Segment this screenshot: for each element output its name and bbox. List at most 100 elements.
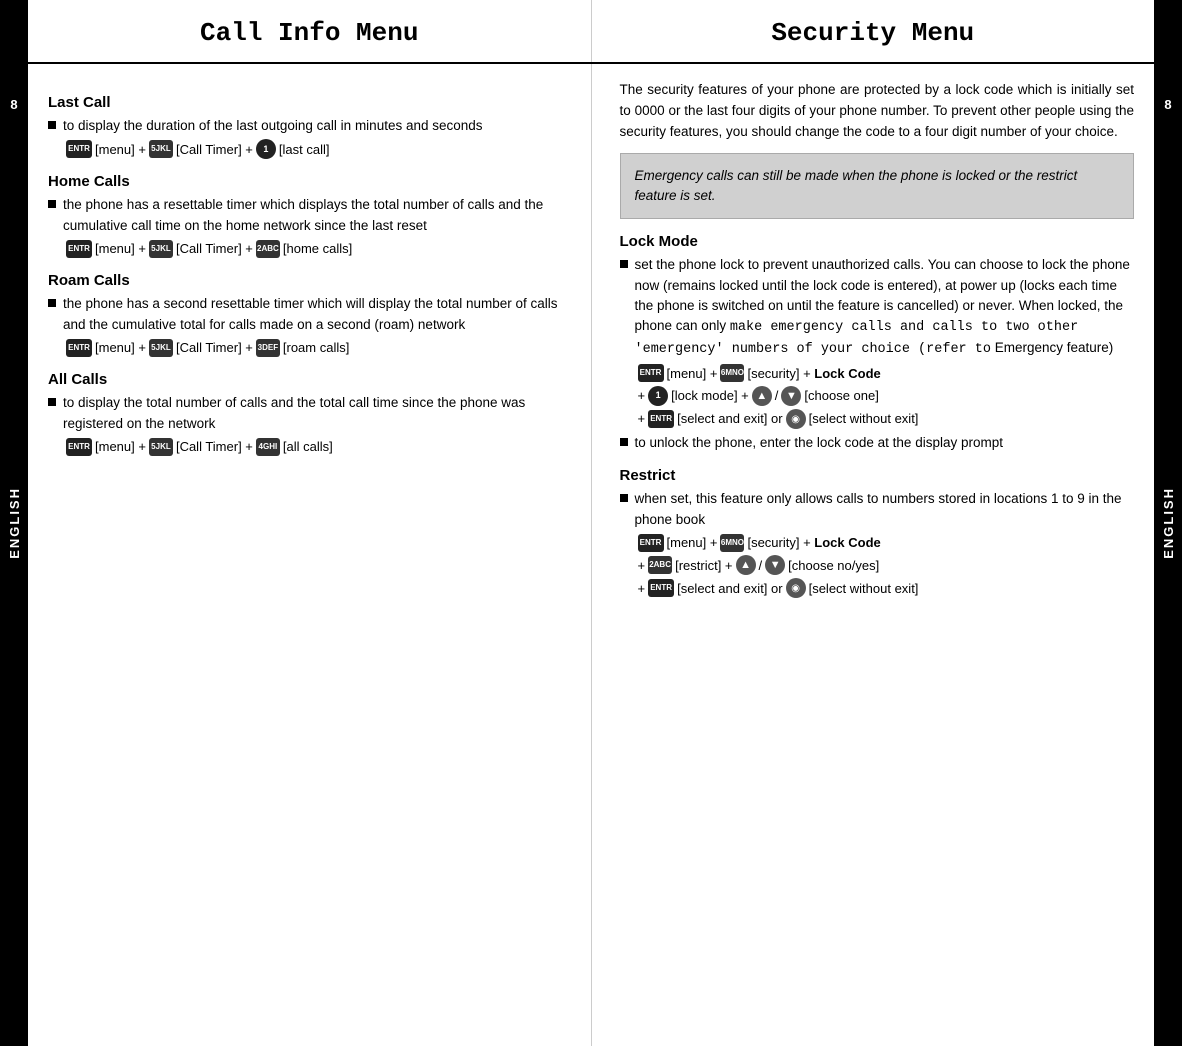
section-last-call-heading: Last Call xyxy=(48,94,563,111)
cmd-text: + xyxy=(638,409,646,429)
num5-icon: 5JKL xyxy=(149,140,173,158)
num1-icon-2: 1 xyxy=(648,386,668,406)
cmd-text: + xyxy=(638,386,646,406)
emergency-note-box: Emergency calls can still be made when t… xyxy=(620,153,1135,220)
section-home-calls-heading: Home Calls xyxy=(48,173,563,190)
cmd-text: [security] + Lock Code xyxy=(747,364,880,384)
enter-icon-2: ENTR xyxy=(648,410,674,428)
num3-icon: 3DEF xyxy=(256,339,280,357)
cmd-text: [roam calls] xyxy=(283,338,349,358)
cmd-text: [last call] xyxy=(279,140,330,160)
cmd-line-restrict-1: ENTR [menu] + 6MNO [security] + Lock Cod… xyxy=(638,533,1135,553)
enter-icon: ENTR xyxy=(66,140,92,158)
restrict-heading: Restrict xyxy=(620,467,1135,484)
cmd-line-lock-3: + ENTR [select and exit] or ◉ [select wi… xyxy=(638,409,1135,429)
num6-icon-r: 6MNO xyxy=(720,534,744,552)
right-side-tab: ENGLISH xyxy=(1154,0,1182,1046)
cmd-text: [home calls] xyxy=(283,239,352,259)
cmd-text: [Call Timer] + xyxy=(176,338,253,358)
cmd-text: [menu] + xyxy=(95,140,146,160)
cmd-text: [menu] + xyxy=(95,338,146,358)
num5-icon: 5JKL xyxy=(149,438,173,456)
intro-paragraph: The security features of your phone are … xyxy=(620,80,1135,143)
cmd-text: [choose no/yes] xyxy=(788,556,879,576)
bullet-square xyxy=(48,398,56,406)
bullet-text: the phone has a resettable timer which d… xyxy=(63,195,563,236)
bullet-text: set the phone lock to prevent unauthoriz… xyxy=(635,255,1135,360)
bullet-text: when set, this feature only allows calls… xyxy=(635,489,1135,530)
cmd-text: [menu] + xyxy=(667,533,718,553)
right-column: 8 8.10 The security features of your pho… xyxy=(592,64,1155,1046)
num6-icon: 6MNO xyxy=(720,364,744,382)
up-icon-r: ▲ xyxy=(736,555,756,575)
enter-icon: ENTR xyxy=(66,438,92,456)
cmd-text: [Call Timer] + xyxy=(176,239,253,259)
cmd-text: [select and exit] or xyxy=(677,409,783,429)
cmd-line: ENTR [menu] + 5JKL [Call Timer] + 4GHI [… xyxy=(66,437,563,457)
restrict-section: Restrict when set, this feature only all… xyxy=(620,467,1135,598)
list-item: set the phone lock to prevent unauthoriz… xyxy=(620,255,1135,360)
lock-mode-heading: Lock Mode xyxy=(620,233,1135,250)
bullet-square xyxy=(620,260,628,268)
list-item-restrict: when set, this feature only allows calls… xyxy=(620,489,1135,530)
list-item: the phone has a second resettable timer … xyxy=(48,294,563,335)
cmd-text: + xyxy=(638,579,646,599)
titles-row: Call Info Menu Security Menu xyxy=(28,0,1154,64)
cmd-text: [security] + Lock Code xyxy=(747,533,880,553)
enter-icon: ENTR xyxy=(66,240,92,258)
enter-icon: ENTR xyxy=(66,339,92,357)
page-num-right: 8 xyxy=(1154,90,1182,118)
num4-icon: 4GHI xyxy=(256,438,280,456)
bullet-text: to display the duration of the last outg… xyxy=(63,116,563,136)
list-item: to display the duration of the last outg… xyxy=(48,116,563,136)
list-item-unlock: to unlock the phone, enter the lock code… xyxy=(620,433,1135,453)
enter-icon-r: ENTR xyxy=(638,534,664,552)
bullet-square xyxy=(48,200,56,208)
cmd-text: [menu] + xyxy=(667,364,718,384)
section-all-calls: All Calls to display the total number of… xyxy=(48,371,563,456)
num5-icon: 5JKL xyxy=(149,240,173,258)
right-tab-label: ENGLISH xyxy=(1161,487,1176,559)
cmd-text: [all calls] xyxy=(283,437,333,457)
enter-icon: ENTR xyxy=(638,364,664,382)
cmd-line: ENTR [menu] + 5JKL [Call Timer] + 3DEF [… xyxy=(66,338,563,358)
columns: 8 8.9 Last Call to display the duration … xyxy=(28,64,1154,1046)
cmd-line: ENTR [menu] + 5JKL [Call Timer] + 2ABC [… xyxy=(66,239,563,259)
select-icon: ◉ xyxy=(786,409,806,429)
cmd-text: [restrict] + xyxy=(675,556,732,576)
bullet-square xyxy=(48,121,56,129)
num2-icon-r: 2ABC xyxy=(648,556,672,574)
cmd-text: [select and exit] or xyxy=(677,579,783,599)
cmd-text: [Call Timer] + xyxy=(176,437,253,457)
inner-content: Call Info Menu Security Menu 8 8.9 Last … xyxy=(28,0,1154,1046)
cmd-text: [choose one] xyxy=(804,386,878,406)
list-item: to display the total number of calls and… xyxy=(48,393,563,434)
cmd-line-restrict-3: + ENTR [select and exit] or ◉ [select wi… xyxy=(638,578,1135,598)
page-container: ENGLISH Call Info Menu Security Menu 8 8… xyxy=(0,0,1182,1046)
section-all-calls-heading: All Calls xyxy=(48,371,563,388)
cmd-text: [menu] + xyxy=(95,437,146,457)
cmd-line-lock-1: ENTR [menu] + 6MNO [security] + Lock Cod… xyxy=(638,364,1135,384)
list-item: the phone has a resettable timer which d… xyxy=(48,195,563,236)
page-num-left: 8 xyxy=(0,90,28,118)
down-icon-r: ▼ xyxy=(765,555,785,575)
bullet-square xyxy=(620,494,628,502)
cmd-text: [select without exit] xyxy=(809,579,919,599)
select-icon-r: ◉ xyxy=(786,578,806,598)
slash-text: / xyxy=(775,386,779,406)
enter-icon-r2: ENTR xyxy=(648,579,674,597)
num2-icon: 2ABC xyxy=(256,240,280,258)
page-ref-left: 8.9 xyxy=(0,122,5,136)
cmd-text: + xyxy=(638,556,646,576)
cmd-line-restrict-2: + 2ABC [restrict] + ▲ / ▼ [choose no/yes… xyxy=(638,555,1135,575)
left-side-tab: ENGLISH xyxy=(0,0,28,1046)
cmd-text: [lock mode] + xyxy=(671,386,749,406)
left-tab-label: ENGLISH xyxy=(7,487,22,559)
num5-icon: 5JKL xyxy=(149,339,173,357)
cmd-text: [menu] + xyxy=(95,239,146,259)
cmd-text: [Call Timer] + xyxy=(176,140,253,160)
section-roam-calls-heading: Roam Calls xyxy=(48,272,563,289)
section-roam-calls: Roam Calls the phone has a second resett… xyxy=(48,272,563,357)
page-ref-right: 8.10 xyxy=(1171,122,1182,136)
left-column: 8 8.9 Last Call to display the duration … xyxy=(28,64,592,1046)
